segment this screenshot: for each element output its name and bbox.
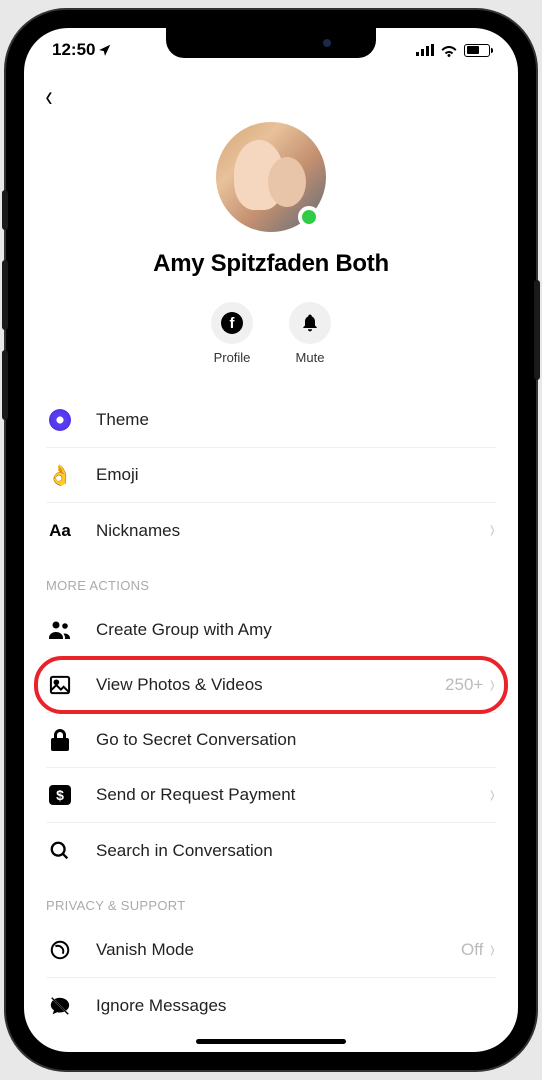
svg-text:$: $ [56,787,64,803]
battery-icon [464,44,490,57]
search-conversation-row[interactable]: Search in Conversation [46,823,496,878]
more-actions-header: More Actions [24,558,518,603]
chevron-right-icon: › [490,670,495,700]
view-photos-row[interactable]: View Photos & Videos 250+ › [46,658,496,713]
vanish-mode-row[interactable]: Vanish Mode Off › [46,923,496,978]
wifi-icon [440,44,458,57]
more-actions-list: Create Group with Amy View Photos & Vide… [24,603,518,878]
status-left: 12:50 [52,40,112,60]
home-indicator[interactable] [196,1039,346,1044]
create-group-label: Create Group with Amy [96,620,496,640]
nav-bar: ‹ [24,72,518,114]
lock-icon [46,729,74,751]
theme-label: Theme [96,410,496,430]
secret-conversation-row[interactable]: Go to Secret Conversation [46,713,496,768]
volume-up [2,260,8,330]
vanish-value: Off [461,940,483,960]
bell-icon [300,313,320,333]
location-icon [98,43,112,57]
nicknames-label: Nicknames [96,521,489,541]
notch [166,28,376,58]
ignore-messages-row[interactable]: Ignore Messages [46,978,496,1033]
profile-section: Amy Spitzfaden Both f Profile Mute [24,114,518,365]
vanish-label: Vanish Mode [96,940,461,960]
avatar-wrap[interactable] [216,122,326,232]
payment-icon: $ [46,785,74,805]
screen: 12:50 ‹ [24,28,518,1052]
profile-label: Profile [214,350,251,365]
people-icon [46,620,74,640]
status-time: 12:50 [52,40,95,60]
mute-label: Mute [296,350,325,365]
ignore-icon [46,995,74,1017]
back-button[interactable]: ‹ [46,80,53,114]
status-right [416,44,490,57]
privacy-list: Vanish Mode Off › Ignore Messages [24,923,518,1033]
battery-fill [467,46,479,54]
volume-down [2,350,8,420]
cellular-icon [416,44,434,56]
mute-icon-circle [289,302,331,344]
chevron-right-icon: › [490,516,495,546]
profile-name: Amy Spitzfaden Both [24,250,518,278]
ignore-label: Ignore Messages [96,996,496,1016]
chevron-right-icon: › [490,935,495,965]
nicknames-icon: Aa [46,521,74,541]
emoji-icon: 👌 [46,463,74,488]
camera-dot [323,39,331,47]
send-payment-label: Send or Request Payment [96,785,489,805]
search-icon [46,840,74,862]
theme-row[interactable]: Theme [46,393,496,448]
theme-icon [46,409,74,431]
emoji-row[interactable]: 👌 Emoji [46,448,496,503]
emoji-label: Emoji [96,465,496,485]
view-photos-count: 250+ [445,675,483,695]
mute-button[interactable]: Mute [289,302,331,365]
chevron-right-icon: › [490,780,495,810]
profile-icon-circle: f [211,302,253,344]
facebook-icon: f [221,312,243,334]
view-photos-label: View Photos & Videos [96,675,445,695]
create-group-row[interactable]: Create Group with Amy [46,603,496,658]
nicknames-row[interactable]: Aa Nicknames › [46,503,496,558]
online-status-icon [298,206,320,228]
search-label: Search in Conversation [96,841,496,861]
vanish-icon [46,939,74,961]
photo-icon [46,675,74,695]
settings-list: Theme 👌 Emoji Aa Nicknames › [24,393,518,558]
privacy-support-header: Privacy & Support [24,878,518,923]
action-buttons: f Profile Mute [24,302,518,365]
avatar-shape [268,157,306,207]
profile-button[interactable]: f Profile [211,302,253,365]
mute-switch [2,190,8,230]
power-button [534,280,540,380]
secret-conversation-label: Go to Secret Conversation [96,730,496,750]
phone-frame: 12:50 ‹ [6,10,536,1070]
send-payment-row[interactable]: $ Send or Request Payment › [46,768,496,823]
